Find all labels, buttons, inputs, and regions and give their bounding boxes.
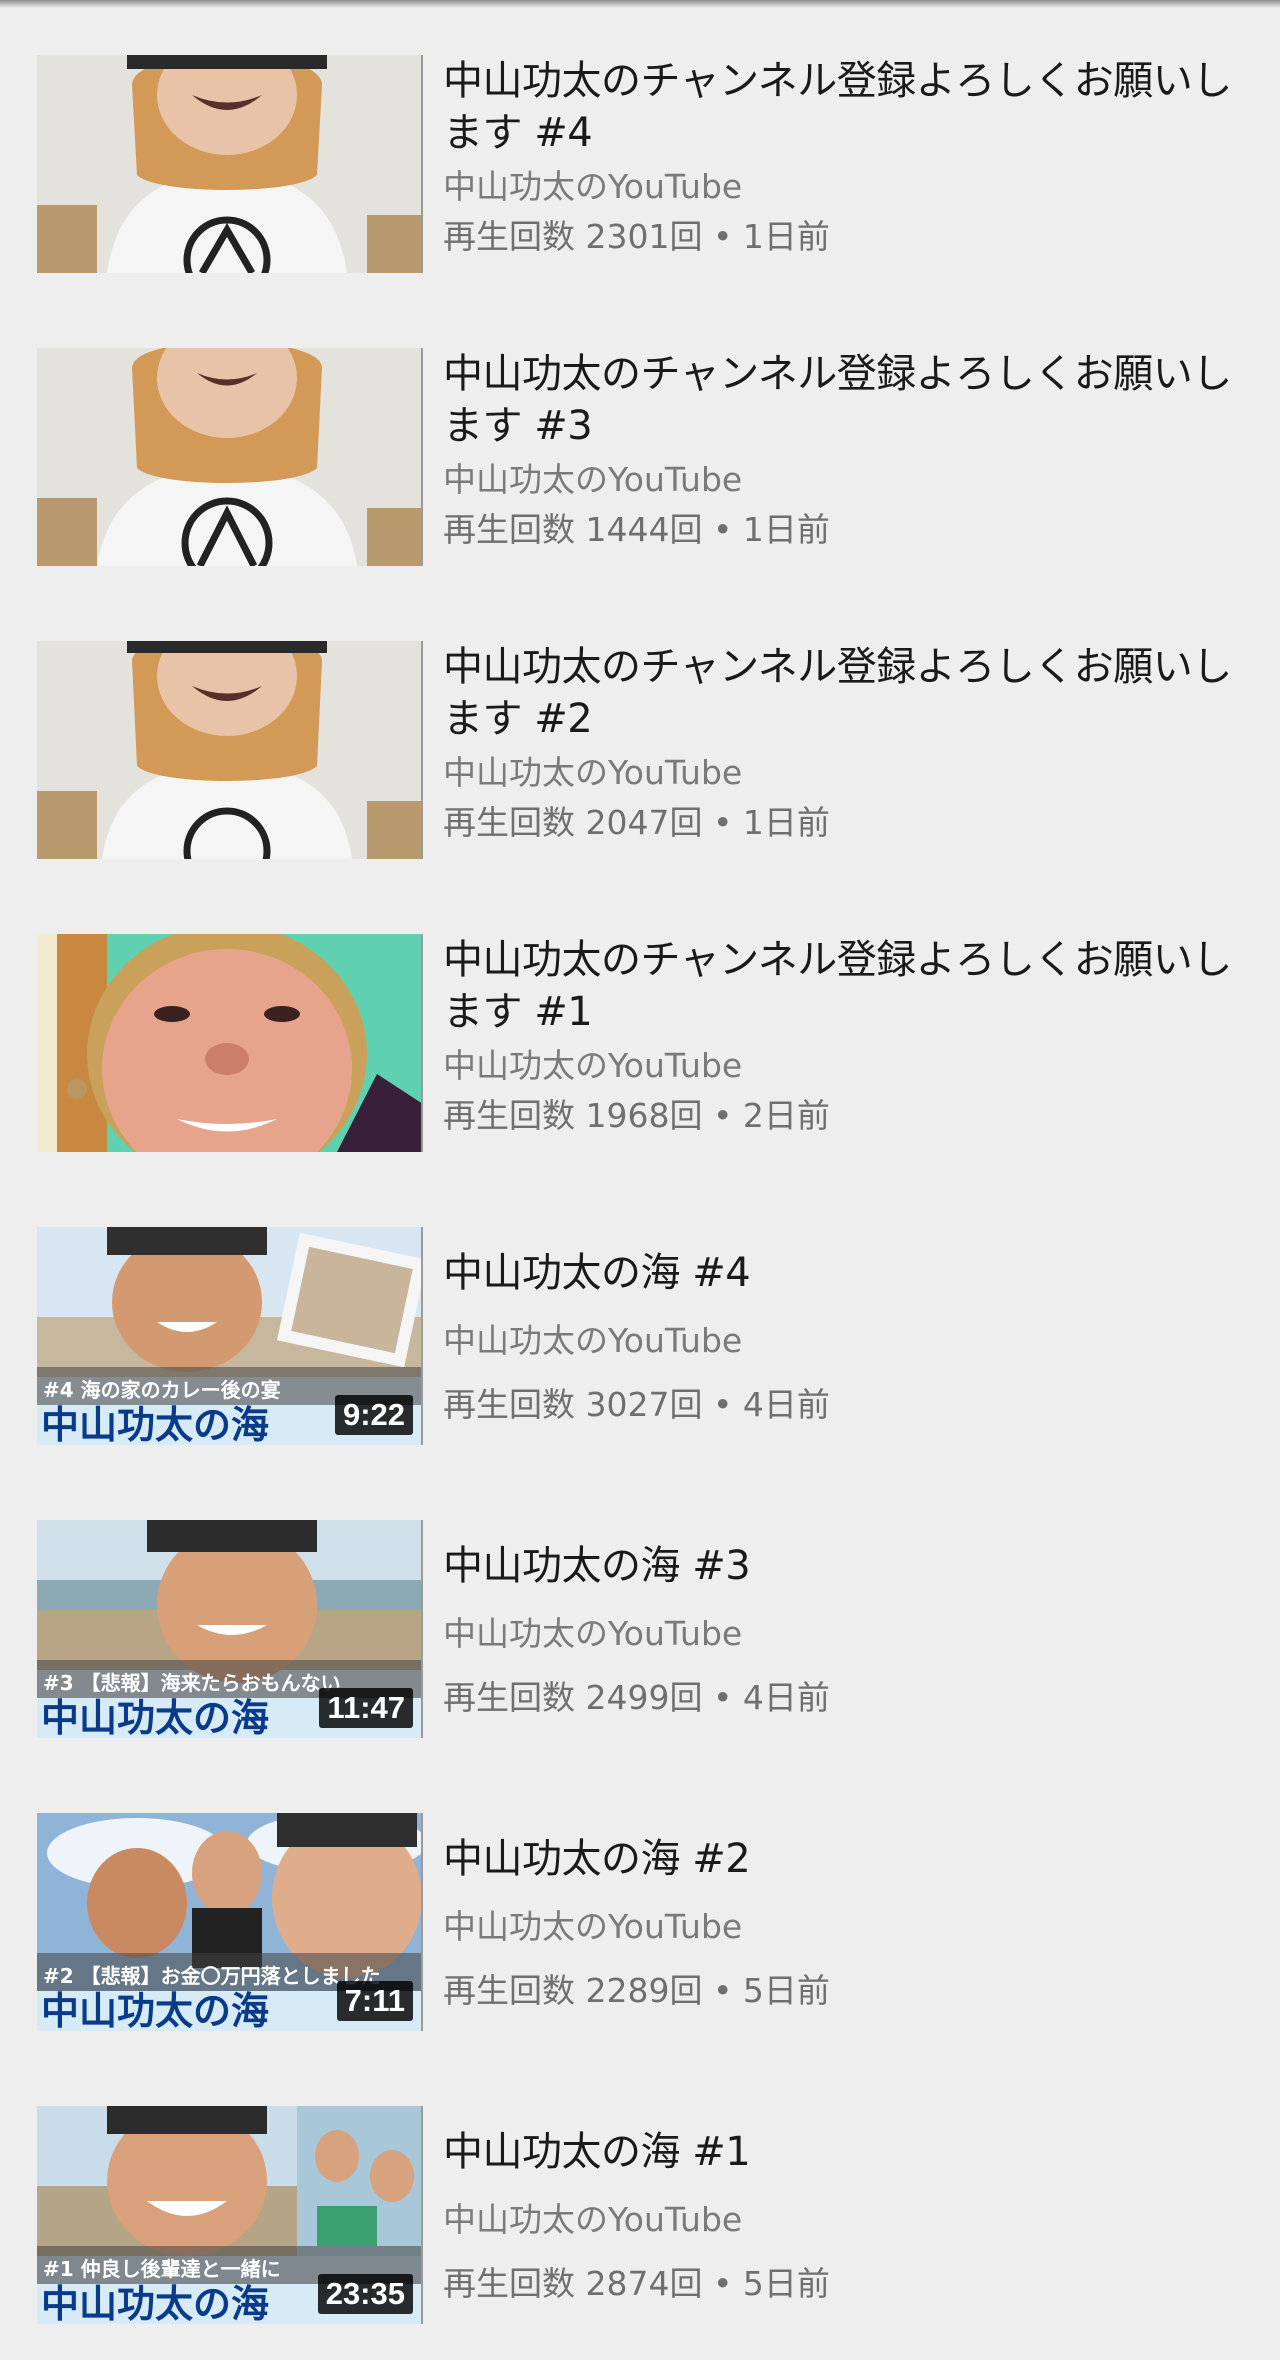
person-selfie-thumbnail-icon: [37, 348, 421, 566]
video-info: 中山功太の海 #3 中山功太のYouTube 再生回数 2499回 • 4日前: [443, 1520, 1243, 1720]
person-selfie-thumbnail-icon: [37, 641, 421, 859]
thumbnail-caption: #2 【悲報】お金〇万円落としました: [43, 1964, 381, 1988]
video-title[interactable]: 中山功太の海 #2: [443, 1833, 1243, 1885]
thumbnail-banner: 中山功太の海: [41, 2281, 269, 2324]
video-item[interactable]: 中山功太のチャンネル登録よろしくお願いします #1 中山功太のYouTube 再…: [0, 934, 1280, 1154]
thumbnail-caption: #4 海の家のカレー後の宴: [43, 1378, 281, 1402]
video-thumbnail[interactable]: #1 仲良し後輩達と一緒に 中山功太の海 23:35: [37, 2106, 423, 2324]
video-title[interactable]: 中山功太のチャンネル登録よろしくお願いします #3: [443, 348, 1243, 452]
video-duration: 23:35: [317, 2274, 413, 2314]
video-title[interactable]: 中山功太のチャンネル登録よろしくお願いします #2: [443, 641, 1243, 745]
channel-name: 中山功太のYouTube: [443, 1321, 743, 1360]
person-selfie-thumbnail-icon: [37, 55, 421, 273]
thumbnail-caption: #1 仲良し後輩達と一緒に: [43, 2257, 281, 2281]
video-item[interactable]: #1 仲良し後輩達と一緒に 中山功太の海 23:35 中山功太の海 #1 中山功…: [0, 2106, 1280, 2326]
video-info: 中山功太のチャンネル登録よろしくお願いします #3 中山功太のYouTube 再…: [443, 348, 1243, 552]
video-info: 中山功太のチャンネル登録よろしくお願いします #1 中山功太のYouTube 再…: [443, 934, 1243, 1138]
video-thumbnail[interactable]: #2 【悲報】お金〇万円落としました 中山功太の海 7:11: [37, 1813, 423, 2031]
video-item[interactable]: 中山功太のチャンネル登録よろしくお願いします #4 中山功太のYouTube 再…: [0, 55, 1280, 275]
video-title[interactable]: 中山功太のチャンネル登録よろしくお願いします #4: [443, 55, 1243, 159]
video-item[interactable]: 中山功太のチャンネル登録よろしくお願いします #3 中山功太のYouTube 再…: [0, 348, 1280, 568]
channel-name: 中山功太のYouTube: [443, 753, 743, 792]
video-info: 中山功太の海 #2 中山功太のYouTube 再生回数 2289回 • 5日前: [443, 1813, 1243, 2013]
channel-name: 中山功太のYouTube: [443, 1046, 743, 1085]
video-duration: 11:47: [319, 1688, 413, 1728]
video-item[interactable]: #3 【悲報】海来たらおもんない 中山功太の海 11:47 中山功太の海 #3 …: [0, 1520, 1280, 1740]
video-info: 中山功太の海 #4 中山功太のYouTube 再生回数 3027回 • 4日前: [443, 1227, 1243, 1427]
video-title[interactable]: 中山功太の海 #1: [443, 2126, 1243, 2178]
video-meta: 再生回数 2874回 • 5日前: [443, 2264, 830, 2303]
channel-name: 中山功太のYouTube: [443, 167, 743, 206]
video-title[interactable]: 中山功太の海 #4: [443, 1247, 1243, 1299]
video-meta: 再生回数 2047回 • 1日前: [443, 803, 830, 842]
video-title[interactable]: 中山功太の海 #3: [443, 1540, 1243, 1592]
video-thumbnail[interactable]: [37, 934, 423, 1152]
channel-name: 中山功太のYouTube: [443, 1907, 743, 1946]
video-thumbnail[interactable]: [37, 55, 423, 273]
video-duration: 7:11: [336, 1981, 413, 2021]
video-thumbnail[interactable]: [37, 348, 423, 566]
video-meta: 再生回数 3027回 • 4日前: [443, 1385, 830, 1424]
top-shadow: [0, 0, 1280, 8]
video-item[interactable]: #4 海の家のカレー後の宴 中山功太の海 9:22 中山功太の海 #4 中山功太…: [0, 1227, 1280, 1447]
video-meta: 再生回数 1444回 • 1日前: [443, 510, 830, 549]
video-item[interactable]: #2 【悲報】お金〇万円落としました 中山功太の海 7:11 中山功太の海 #2…: [0, 1813, 1280, 2033]
video-thumbnail[interactable]: [37, 641, 423, 859]
video-meta: 再生回数 1968回 • 2日前: [443, 1096, 830, 1135]
channel-name: 中山功太のYouTube: [443, 1614, 743, 1653]
video-meta: 再生回数 2499回 • 4日前: [443, 1678, 830, 1717]
video-info: 中山功太のチャンネル登録よろしくお願いします #2 中山功太のYouTube 再…: [443, 641, 1243, 845]
video-meta: 再生回数 2301回 • 1日前: [443, 217, 830, 256]
video-item[interactable]: 中山功太のチャンネル登録よろしくお願いします #2 中山功太のYouTube 再…: [0, 641, 1280, 861]
channel-name: 中山功太のYouTube: [443, 2200, 743, 2239]
channel-name: 中山功太のYouTube: [443, 460, 743, 499]
video-title[interactable]: 中山功太のチャンネル登録よろしくお願いします #1: [443, 934, 1243, 1038]
video-thumbnail[interactable]: #3 【悲報】海来たらおもんない 中山功太の海 11:47: [37, 1520, 423, 1738]
face-closeup-thumbnail-icon: [37, 934, 421, 1152]
thumbnail-banner: 中山功太の海: [41, 1988, 269, 2031]
video-duration: 9:22: [334, 1395, 413, 1435]
video-thumbnail[interactable]: #4 海の家のカレー後の宴 中山功太の海 9:22: [37, 1227, 423, 1445]
thumbnail-banner: 中山功太の海: [41, 1402, 269, 1445]
video-info: 中山功太のチャンネル登録よろしくお願いします #4 中山功太のYouTube 再…: [443, 55, 1243, 259]
video-info: 中山功太の海 #1 中山功太のYouTube 再生回数 2874回 • 5日前: [443, 2106, 1243, 2306]
video-meta: 再生回数 2289回 • 5日前: [443, 1971, 830, 2010]
thumbnail-caption: #3 【悲報】海来たらおもんない: [43, 1671, 341, 1695]
thumbnail-banner: 中山功太の海: [41, 1695, 269, 1738]
